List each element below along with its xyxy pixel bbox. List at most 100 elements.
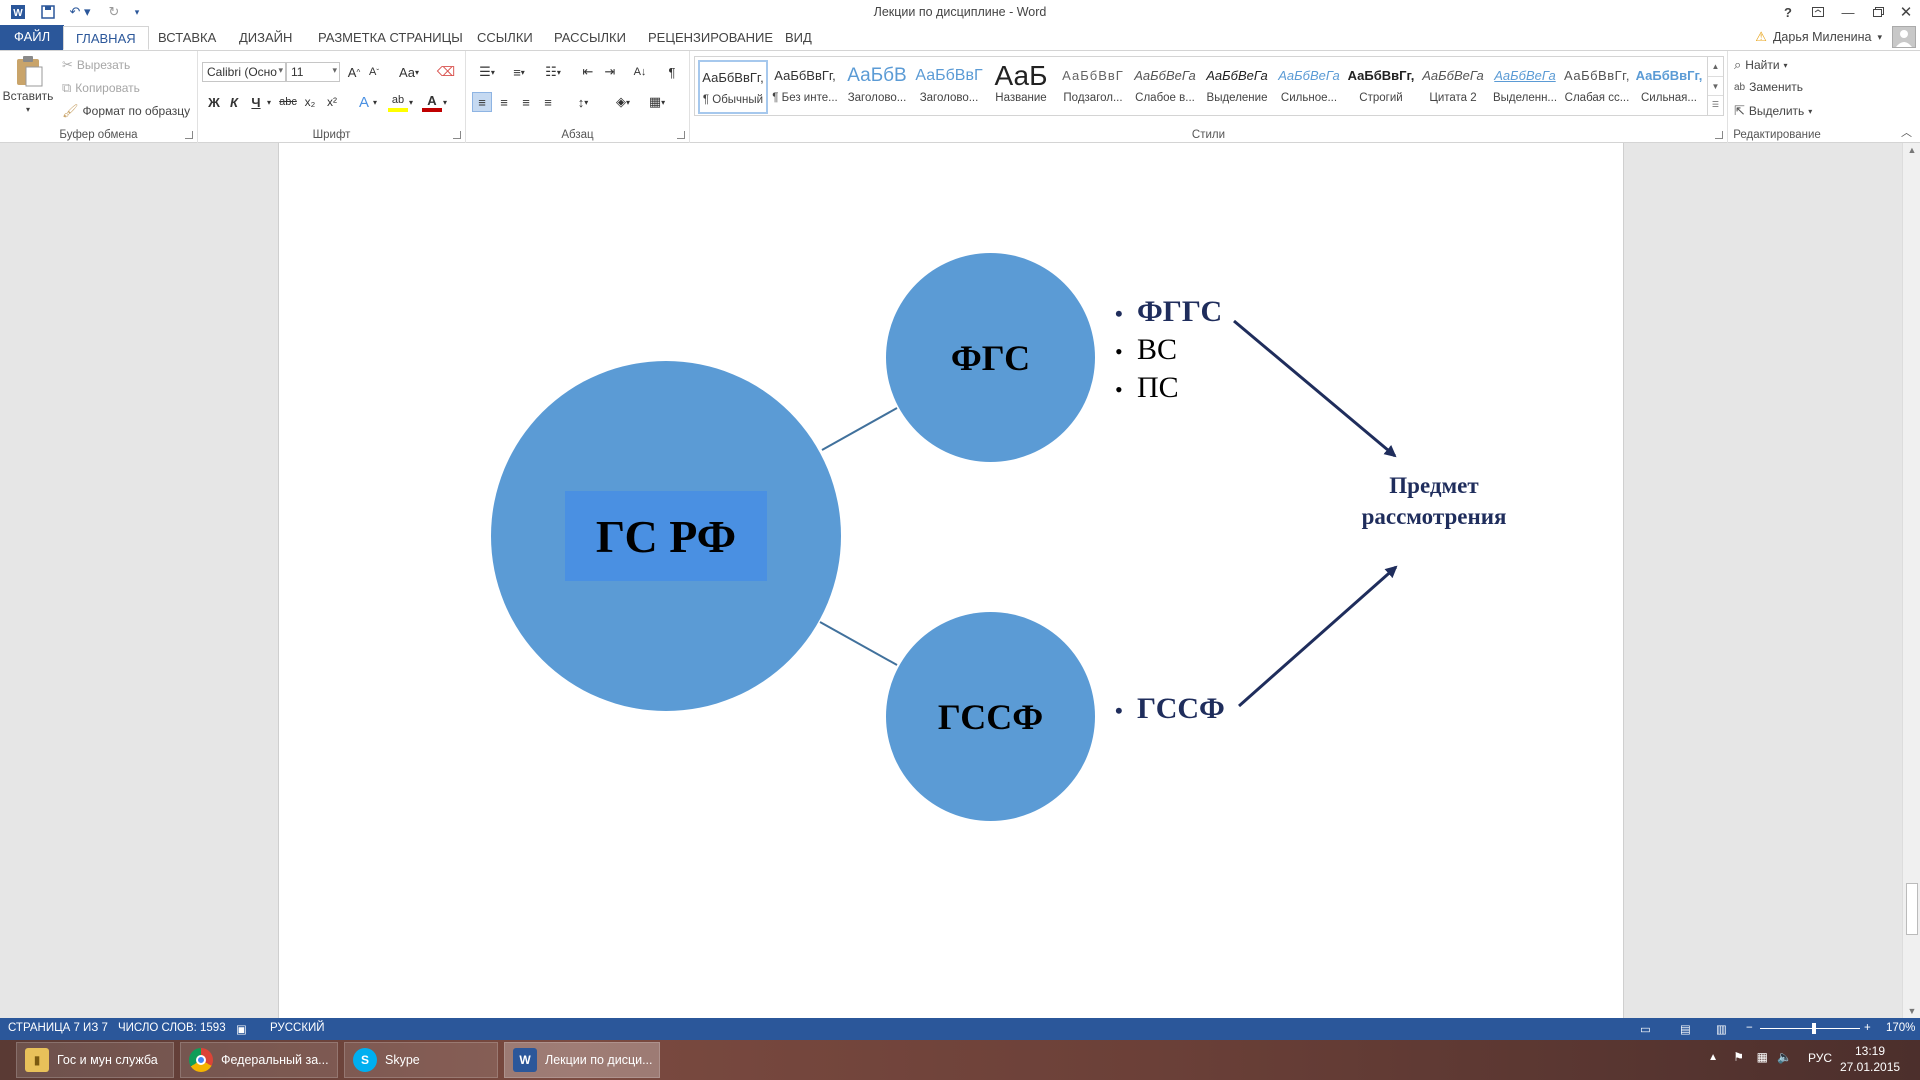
user-account[interactable]: ⚠ Дарья Миленина ▾	[1755, 29, 1882, 45]
superscript-button[interactable]: x²	[322, 92, 342, 112]
tab-references[interactable]: ССЫЛКИ	[465, 26, 545, 50]
vertical-scrollbar[interactable]: ▲ ▼	[1902, 143, 1920, 1018]
style-item[interactable]: АаБбВвГг, Строгий	[1346, 60, 1416, 114]
text-effects-dropdown-icon[interactable]: ▾	[370, 92, 380, 112]
align-left-icon[interactable]: ≡	[472, 92, 492, 112]
arrow-to-subject-bottom[interactable]	[1238, 565, 1398, 708]
ribbon-display-options-icon[interactable]	[1804, 2, 1832, 22]
tab-design[interactable]: ДИЗАЙН	[227, 26, 304, 50]
dialog-launcher-icon[interactable]	[1715, 131, 1723, 139]
clock-date[interactable]: 27.01.2015	[1840, 1060, 1900, 1074]
style-item[interactable]: АаБбВеГа Слабое в...	[1130, 60, 1200, 114]
style-item[interactable]: АаБ Название	[986, 60, 1056, 114]
sort-icon[interactable]: A↓	[630, 62, 650, 82]
zoom-out-icon[interactable]: −	[1746, 1022, 1753, 1034]
tab-review[interactable]: РЕЦЕНЗИРОВАНИЕ	[636, 26, 785, 50]
action-center-icon[interactable]: ⚑	[1733, 1050, 1744, 1064]
page-indicator[interactable]: СТРАНИЦА 7 ИЗ 7	[8, 1022, 108, 1034]
minimize-icon[interactable]: —	[1834, 2, 1862, 22]
proofing-icon[interactable]: ▣	[236, 1022, 247, 1036]
style-item[interactable]: АаБбВвГ Заголово...	[914, 60, 984, 114]
arrow-to-subject-top[interactable]	[1233, 319, 1397, 458]
style-item[interactable]: АаБбВеГа Цитата 2	[1418, 60, 1488, 114]
print-layout-icon[interactable]: ▤	[1680, 1022, 1691, 1036]
close-icon[interactable]: ✕	[1892, 2, 1920, 22]
dialog-launcher-icon[interactable]	[677, 131, 685, 139]
gallery-scroll[interactable]: ▲ ▼ ☰	[1707, 57, 1723, 115]
shading-icon[interactable]: ◈ ▾	[608, 92, 638, 112]
increase-indent-icon[interactable]: ⇥	[600, 62, 620, 82]
underline-button[interactable]: Ч	[246, 92, 266, 112]
multilevel-list-icon[interactable]: ☷ ▾	[538, 62, 568, 82]
style-item[interactable]: АаБбВвГг, ¶ Обычный	[698, 60, 768, 114]
decrease-indent-icon[interactable]: ⇤	[578, 62, 598, 82]
subscript-button[interactable]: x₂	[300, 92, 320, 112]
find-button[interactable]: ⌕ Найти ▾	[1734, 57, 1788, 73]
highlight-button[interactable]: ab	[388, 92, 408, 112]
zoom-slider-thumb[interactable]	[1812, 1023, 1816, 1034]
scroll-down-icon[interactable]: ▼	[1903, 1006, 1920, 1016]
underline-dropdown-icon[interactable]: ▾	[264, 92, 274, 112]
bold-button[interactable]: Ж	[204, 92, 224, 112]
word-count[interactable]: ЧИСЛО СЛОВ: 1593	[118, 1022, 226, 1034]
tab-view[interactable]: ВИД	[773, 26, 824, 50]
language-indicator[interactable]: РУССКИЙ	[270, 1022, 325, 1034]
style-item[interactable]: АаБбВвГг, ¶ Без инте...	[770, 60, 840, 114]
font-name-combo[interactable]: Calibri (Осно ▾	[202, 62, 286, 82]
network-icon[interactable]: ▦	[1757, 1050, 1768, 1064]
style-item[interactable]: АаБбВеГа Выделенн...	[1490, 60, 1560, 114]
style-item[interactable]: АаБбВвГг, Сильная...	[1634, 60, 1704, 114]
chevron-down-icon[interactable]: ▼	[1708, 76, 1723, 95]
style-item[interactable]: АаБбВеГа Выделение	[1202, 60, 1272, 114]
font-size-combo[interactable]: 11 ▾	[286, 62, 340, 82]
font-color-dropdown-icon[interactable]: ▾	[440, 92, 450, 112]
show-formatting-button[interactable]: ¶	[662, 62, 682, 82]
strikethrough-button[interactable]: abc	[278, 92, 298, 112]
circle-fgs[interactable]: ФГС	[886, 253, 1095, 462]
style-item[interactable]: АаБбВвГ Подзагол...	[1058, 60, 1128, 114]
clear-formatting-icon[interactable]: ⌫	[436, 62, 456, 82]
tab-file[interactable]: ФАЙЛ	[0, 25, 65, 50]
circle-gssf[interactable]: ГССФ	[886, 612, 1095, 821]
cut-button[interactable]: ✂ Вырезать	[62, 57, 130, 73]
justify-icon[interactable]: ≡	[538, 92, 558, 112]
dialog-launcher-icon[interactable]	[453, 131, 461, 139]
volume-icon[interactable]: 🔈	[1777, 1050, 1792, 1064]
collapse-ribbon-icon[interactable]: ︿	[1901, 124, 1912, 140]
replace-button[interactable]: ab Заменить	[1734, 80, 1803, 94]
zoom-in-icon[interactable]: +	[1864, 1022, 1871, 1034]
scroll-up-icon[interactable]: ▲	[1903, 145, 1920, 155]
taskbar-item-explorer[interactable]: ▮ Гос и мун служба	[16, 1042, 174, 1078]
clock-time[interactable]: 13:19	[1846, 1044, 1894, 1058]
dialog-launcher-icon[interactable]	[185, 131, 193, 139]
align-center-icon[interactable]: ≡	[494, 92, 514, 112]
gallery-more-icon[interactable]: ☰	[1708, 95, 1723, 113]
borders-icon[interactable]: ▦ ▾	[642, 92, 672, 112]
zoom-slider[interactable]	[1760, 1023, 1860, 1034]
font-color-button[interactable]: A	[422, 92, 442, 112]
zoom-level[interactable]: 170%	[1886, 1022, 1915, 1034]
help-icon[interactable]: ?	[1774, 2, 1802, 22]
taskbar-item-word[interactable]: W Лекции по дисци...	[504, 1042, 660, 1078]
bullets-icon[interactable]: ☰ ▾	[472, 62, 502, 82]
line-spacing-icon[interactable]: ↕ ▾	[568, 92, 598, 112]
highlight-dropdown-icon[interactable]: ▾	[406, 92, 416, 112]
scroll-thumb[interactable]	[1906, 883, 1918, 935]
tab-page-layout[interactable]: РАЗМЕТКА СТРАНИЦЫ	[306, 26, 475, 50]
grow-font-button[interactable]: A ^	[344, 62, 364, 82]
copy-button[interactable]: ⧉ Копировать	[62, 80, 140, 96]
web-layout-icon[interactable]: ▥	[1716, 1022, 1727, 1036]
read-mode-icon[interactable]: ▭	[1640, 1022, 1651, 1036]
italic-button[interactable]: К	[224, 92, 244, 112]
taskbar-item-skype[interactable]: S Skype	[344, 1042, 498, 1078]
style-item[interactable]: АаБбВ Заголово...	[842, 60, 912, 114]
document-page[interactable]: ГС РФ ФГС ГССФ • ФГГС • ВС • ПС • ГССФ Предм…	[278, 143, 1624, 1018]
tab-mailings[interactable]: РАССЫЛКИ	[542, 26, 638, 50]
select-button[interactable]: ⇱ Выделить ▾	[1734, 103, 1812, 119]
language-indicator[interactable]: РУС	[1808, 1051, 1832, 1065]
show-hidden-icons-icon[interactable]: ▲	[1708, 1052, 1718, 1063]
change-case-button[interactable]: Aa ▾	[394, 62, 424, 82]
paste-button[interactable]: Вставить ▾	[3, 55, 53, 114]
taskbar-item-chrome[interactable]: Федеральный за...	[180, 1042, 338, 1078]
format-painter-button[interactable]: 🖌 Формат по образцу	[62, 103, 190, 119]
